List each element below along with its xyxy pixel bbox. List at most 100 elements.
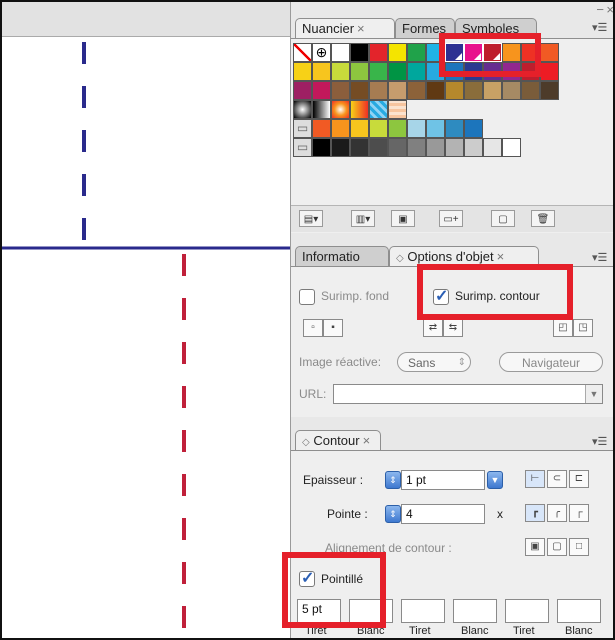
swatch-chip[interactable] (426, 81, 445, 100)
show-center-icon[interactable]: ▫ (303, 319, 323, 337)
tab-contour[interactable]: ◇ Contour × (295, 430, 381, 450)
swatch-chip[interactable] (540, 81, 559, 100)
swatch-chip[interactable] (426, 119, 445, 138)
swatch-chip[interactable] (331, 119, 350, 138)
pattern-swatch[interactable] (369, 100, 388, 119)
align-inside-icon[interactable]: ▢ (547, 538, 567, 556)
swatch-chip[interactable] (350, 81, 369, 100)
gradient-swatch[interactable] (312, 100, 331, 119)
swatch-chip[interactable] (502, 81, 521, 100)
swatch-chip[interactable] (407, 81, 426, 100)
join-miter-icon[interactable]: ┏ (525, 504, 545, 522)
swatch-chip[interactable] (331, 81, 350, 100)
miter-field[interactable]: 4 (401, 504, 485, 524)
tab-close-icon[interactable]: × (497, 249, 505, 264)
swatch-chip[interactable] (483, 138, 502, 157)
gradient-swatch[interactable] (331, 100, 350, 119)
swatch-chip[interactable] (312, 119, 331, 138)
show-kinds-icon[interactable]: ▥▾ (351, 210, 375, 227)
weight-dropdown-icon[interactable]: ▼ (487, 471, 503, 489)
weight-field[interactable]: 1 pt (401, 470, 485, 490)
swatch-chip[interactable] (445, 119, 464, 138)
dash-field[interactable] (505, 599, 549, 623)
swatch-chip[interactable] (426, 138, 445, 157)
swatch-chip[interactable] (350, 138, 369, 157)
swatch-chip[interactable] (407, 62, 426, 81)
align-outside-icon[interactable]: □ (569, 538, 589, 556)
artboard-canvas[interactable] (2, 2, 292, 638)
dash-field[interactable] (401, 599, 445, 623)
swatch-chip[interactable] (388, 81, 407, 100)
none-swatch[interactable] (293, 43, 312, 62)
swatch-chip[interactable] (312, 81, 331, 100)
swatch-chip[interactable] (350, 119, 369, 138)
cap-round-icon[interactable]: ⊂ (547, 470, 567, 488)
swatch-chip[interactable] (293, 62, 312, 81)
collapse-arrows-icon[interactable]: ◇ (302, 437, 310, 448)
cap-projecting-icon[interactable]: ⊏ (569, 470, 589, 488)
swatch-chip[interactable] (388, 138, 407, 157)
swatch-chip[interactable] (388, 119, 407, 138)
color-group-folder-icon[interactable]: ▭ (293, 138, 312, 157)
gap-field[interactable] (453, 599, 497, 623)
evenodd-icon[interactable]: ◳ (573, 319, 593, 337)
url-dropdown-icon[interactable]: ▼ (585, 385, 602, 403)
registration-swatch[interactable]: ⊕ (312, 43, 331, 62)
panel-menu-icon[interactable]: ▾☰ (592, 22, 608, 34)
join-bevel-icon[interactable]: ┌ (569, 504, 589, 522)
swatch-chip[interactable] (521, 81, 540, 100)
hide-center-icon[interactable]: ▪ (323, 319, 343, 337)
swatch-chip[interactable] (388, 62, 407, 81)
delete-swatch-icon[interactable]: 🗑 (531, 210, 555, 227)
url-field[interactable]: ▼ (333, 384, 603, 404)
browser-button[interactable]: Navigateur (499, 352, 603, 372)
align-center-icon[interactable]: ▣ (525, 538, 545, 556)
reverse-path-direction-on-icon[interactable]: ⇆ (443, 319, 463, 337)
swatch-chip[interactable] (369, 138, 388, 157)
swatch-chip[interactable] (331, 62, 350, 81)
swatch-chip[interactable] (369, 119, 388, 138)
gradient-swatch[interactable] (350, 100, 369, 119)
panel-menu-icon[interactable]: ▾☰ (592, 436, 608, 448)
collapse-arrows-icon[interactable]: ◇ (396, 253, 404, 264)
swatch-chip[interactable] (369, 62, 388, 81)
swatch-chip[interactable] (445, 138, 464, 157)
pattern-swatch[interactable] (388, 100, 407, 119)
miter-stepper-icon[interactable]: ⇕ (385, 505, 401, 523)
swatch-chip[interactable] (464, 119, 483, 138)
swatch-chip[interactable] (540, 43, 559, 62)
swatch-chip[interactable] (540, 62, 559, 81)
swatch-chip[interactable] (388, 43, 407, 62)
gradient-swatch[interactable] (293, 100, 312, 119)
swatch-chip[interactable] (407, 119, 426, 138)
swatch-chip[interactable] (407, 138, 426, 157)
color-group-folder-icon[interactable]: ▭ (293, 119, 312, 138)
swatch-chip[interactable] (464, 138, 483, 157)
join-round-icon[interactable]: ╭ (547, 504, 567, 522)
swatch-chip[interactable] (502, 138, 521, 157)
swatch-libraries-icon[interactable]: ▤▾ (299, 210, 323, 227)
overprint-fill-checkbox[interactable] (299, 289, 315, 305)
swatch-chip[interactable] (312, 62, 331, 81)
weight-stepper-icon[interactable]: ⇕ (385, 471, 401, 489)
tab-options-objet[interactable]: ◇ Options d'objet × (389, 246, 539, 266)
swatch-options-icon[interactable]: ▣ (391, 210, 415, 227)
swatch-chip[interactable] (464, 81, 483, 100)
swatch-chip[interactable] (350, 43, 369, 62)
new-color-group-icon[interactable]: ▭+ (439, 210, 463, 227)
swatch-chip[interactable] (312, 138, 331, 157)
tab-close-icon[interactable]: × (363, 433, 371, 448)
nonzero-winding-icon[interactable]: ◰ (553, 319, 573, 337)
swatch-chip[interactable] (369, 43, 388, 62)
reverse-path-direction-off-icon[interactable]: ⇄ (423, 319, 443, 337)
swatch-chip[interactable] (369, 81, 388, 100)
swatch-chip[interactable] (293, 81, 312, 100)
tab-nuancier[interactable]: Nuancier × (295, 18, 395, 38)
image-map-select[interactable]: Sans ⇕ (397, 352, 471, 372)
gap-field[interactable] (557, 599, 601, 623)
cap-butt-icon[interactable]: ⊢ (525, 470, 545, 488)
swatch-chip[interactable] (331, 43, 350, 62)
tab-informations[interactable]: Informatio (295, 246, 389, 266)
swatch-chip[interactable] (407, 43, 426, 62)
swatch-chip[interactable] (483, 81, 502, 100)
